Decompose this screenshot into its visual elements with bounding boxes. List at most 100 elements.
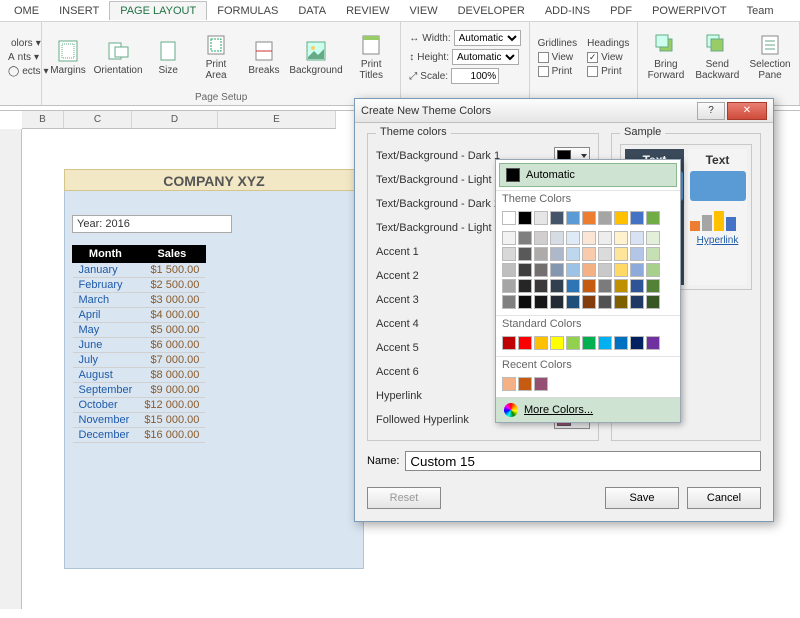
print-titles-button[interactable]: Print Titles bbox=[348, 24, 394, 90]
ribbon-tab-review[interactable]: REVIEW bbox=[336, 2, 399, 20]
table-row[interactable]: March$3 000.00 bbox=[73, 293, 206, 308]
margins-button[interactable]: Margins bbox=[48, 24, 88, 90]
breaks-button[interactable]: Breaks bbox=[244, 24, 284, 90]
color-cell[interactable] bbox=[582, 247, 596, 261]
color-cell[interactable] bbox=[518, 231, 532, 245]
color-cell[interactable] bbox=[582, 211, 596, 225]
color-cell[interactable] bbox=[598, 336, 612, 350]
color-cell[interactable] bbox=[502, 295, 516, 309]
color-cell[interactable] bbox=[502, 279, 516, 293]
table-row[interactable]: January$1 500.00 bbox=[73, 263, 206, 278]
color-cell[interactable] bbox=[630, 231, 644, 245]
color-cell[interactable] bbox=[598, 263, 612, 277]
bring-forward-button[interactable]: Bring Forward bbox=[644, 24, 687, 90]
color-cell[interactable] bbox=[566, 211, 580, 225]
color-cell[interactable] bbox=[550, 336, 564, 350]
color-cell[interactable] bbox=[598, 231, 612, 245]
color-cell[interactable] bbox=[502, 377, 516, 391]
color-cell[interactable] bbox=[598, 247, 612, 261]
color-cell[interactable] bbox=[646, 279, 660, 293]
color-cell[interactable] bbox=[566, 231, 580, 245]
color-cell[interactable] bbox=[614, 279, 628, 293]
ribbon-tab-data[interactable]: DATA bbox=[288, 2, 336, 20]
cancel-button[interactable]: Cancel bbox=[687, 487, 761, 509]
dialog-close-button[interactable]: ✕ bbox=[727, 102, 767, 120]
table-row[interactable]: August$8 000.00 bbox=[73, 368, 206, 383]
table-row[interactable]: February$2 500.00 bbox=[73, 278, 206, 293]
table-row[interactable]: October$12 000.00 bbox=[73, 398, 206, 413]
color-cell[interactable] bbox=[550, 263, 564, 277]
color-cell[interactable] bbox=[646, 295, 660, 309]
color-cell[interactable] bbox=[646, 231, 660, 245]
color-cell[interactable] bbox=[630, 211, 644, 225]
color-cell[interactable] bbox=[566, 295, 580, 309]
color-cell[interactable] bbox=[614, 263, 628, 277]
color-cell[interactable] bbox=[550, 295, 564, 309]
color-cell[interactable] bbox=[598, 211, 612, 225]
color-cell[interactable] bbox=[646, 211, 660, 225]
ribbon-tab-pdf[interactable]: PDF bbox=[600, 2, 642, 20]
table-row[interactable]: November$15 000.00 bbox=[73, 413, 206, 428]
color-cell[interactable] bbox=[518, 247, 532, 261]
color-cell[interactable] bbox=[534, 336, 548, 350]
ribbon-tab-powerpivot[interactable]: POWERPIVOT bbox=[642, 2, 737, 20]
color-cell[interactable] bbox=[646, 336, 660, 350]
color-cell[interactable] bbox=[614, 231, 628, 245]
color-cell[interactable] bbox=[518, 263, 532, 277]
color-cell[interactable] bbox=[502, 231, 516, 245]
color-cell[interactable] bbox=[534, 247, 548, 261]
orientation-button[interactable]: Orientation bbox=[94, 24, 142, 90]
themes-fonts[interactable]: Ants ▾ bbox=[6, 51, 35, 64]
dialog-help-button[interactable]: ? bbox=[697, 102, 725, 120]
color-cell[interactable] bbox=[630, 295, 644, 309]
background-button[interactable]: Background bbox=[290, 24, 342, 90]
reset-button[interactable]: Reset bbox=[367, 487, 441, 509]
ribbon-tab-view[interactable]: VIEW bbox=[399, 2, 447, 20]
dialog-titlebar[interactable]: Create New Theme Colors ? ✕ bbox=[355, 99, 773, 123]
color-cell[interactable] bbox=[566, 336, 580, 350]
color-cell[interactable] bbox=[534, 295, 548, 309]
themes-colors[interactable]: olors ▾ bbox=[6, 37, 35, 50]
color-cell[interactable] bbox=[518, 279, 532, 293]
color-cell[interactable] bbox=[582, 263, 596, 277]
gridlines-print-check[interactable]: Print bbox=[536, 65, 579, 78]
color-cell[interactable] bbox=[566, 247, 580, 261]
table-row[interactable]: May$5 000.00 bbox=[73, 323, 206, 338]
color-cell[interactable] bbox=[630, 263, 644, 277]
color-cell[interactable] bbox=[566, 279, 580, 293]
color-cell[interactable] bbox=[582, 231, 596, 245]
color-cell[interactable] bbox=[518, 377, 532, 391]
color-cell[interactable] bbox=[550, 279, 564, 293]
color-cell[interactable] bbox=[582, 336, 596, 350]
scale-height[interactable]: ↕Height: Automatic bbox=[407, 48, 522, 66]
headings-print-check[interactable]: Print bbox=[585, 65, 631, 78]
scale-percent[interactable]: ⤢Scale: bbox=[407, 67, 522, 85]
scale-width[interactable]: ↔Width: Automatic bbox=[407, 29, 522, 47]
color-cell[interactable] bbox=[534, 279, 548, 293]
color-cell[interactable] bbox=[598, 295, 612, 309]
sample-link-light[interactable]: Hyperlink bbox=[697, 235, 739, 246]
save-button[interactable]: Save bbox=[605, 487, 679, 509]
color-cell[interactable] bbox=[534, 231, 548, 245]
color-cell[interactable] bbox=[534, 377, 548, 391]
color-cell[interactable] bbox=[550, 231, 564, 245]
color-cell[interactable] bbox=[502, 336, 516, 350]
color-cell[interactable] bbox=[646, 263, 660, 277]
theme-name-input[interactable] bbox=[405, 451, 761, 471]
color-cell[interactable] bbox=[502, 263, 516, 277]
color-cell[interactable] bbox=[582, 295, 596, 309]
table-row[interactable]: December$16 000.00 bbox=[73, 428, 206, 443]
color-cell[interactable] bbox=[630, 279, 644, 293]
year-cell[interactable]: Year: 2016 bbox=[72, 215, 232, 233]
color-cell[interactable] bbox=[630, 336, 644, 350]
send-backward-button[interactable]: Send Backward bbox=[693, 24, 741, 90]
ribbon-tab-team[interactable]: Team bbox=[737, 2, 784, 20]
ribbon-tab-add-ins[interactable]: ADD-INS bbox=[535, 2, 600, 20]
ribbon-tab-page-layout[interactable]: PAGE LAYOUT bbox=[109, 1, 207, 20]
color-cell[interactable] bbox=[518, 295, 532, 309]
headings-view-check[interactable]: ✓View bbox=[585, 51, 631, 64]
ribbon-tab-ome[interactable]: OME bbox=[4, 2, 49, 20]
color-cell[interactable] bbox=[598, 279, 612, 293]
table-row[interactable]: September$9 000.00 bbox=[73, 383, 206, 398]
print-area-button[interactable]: Print Area bbox=[194, 24, 238, 90]
